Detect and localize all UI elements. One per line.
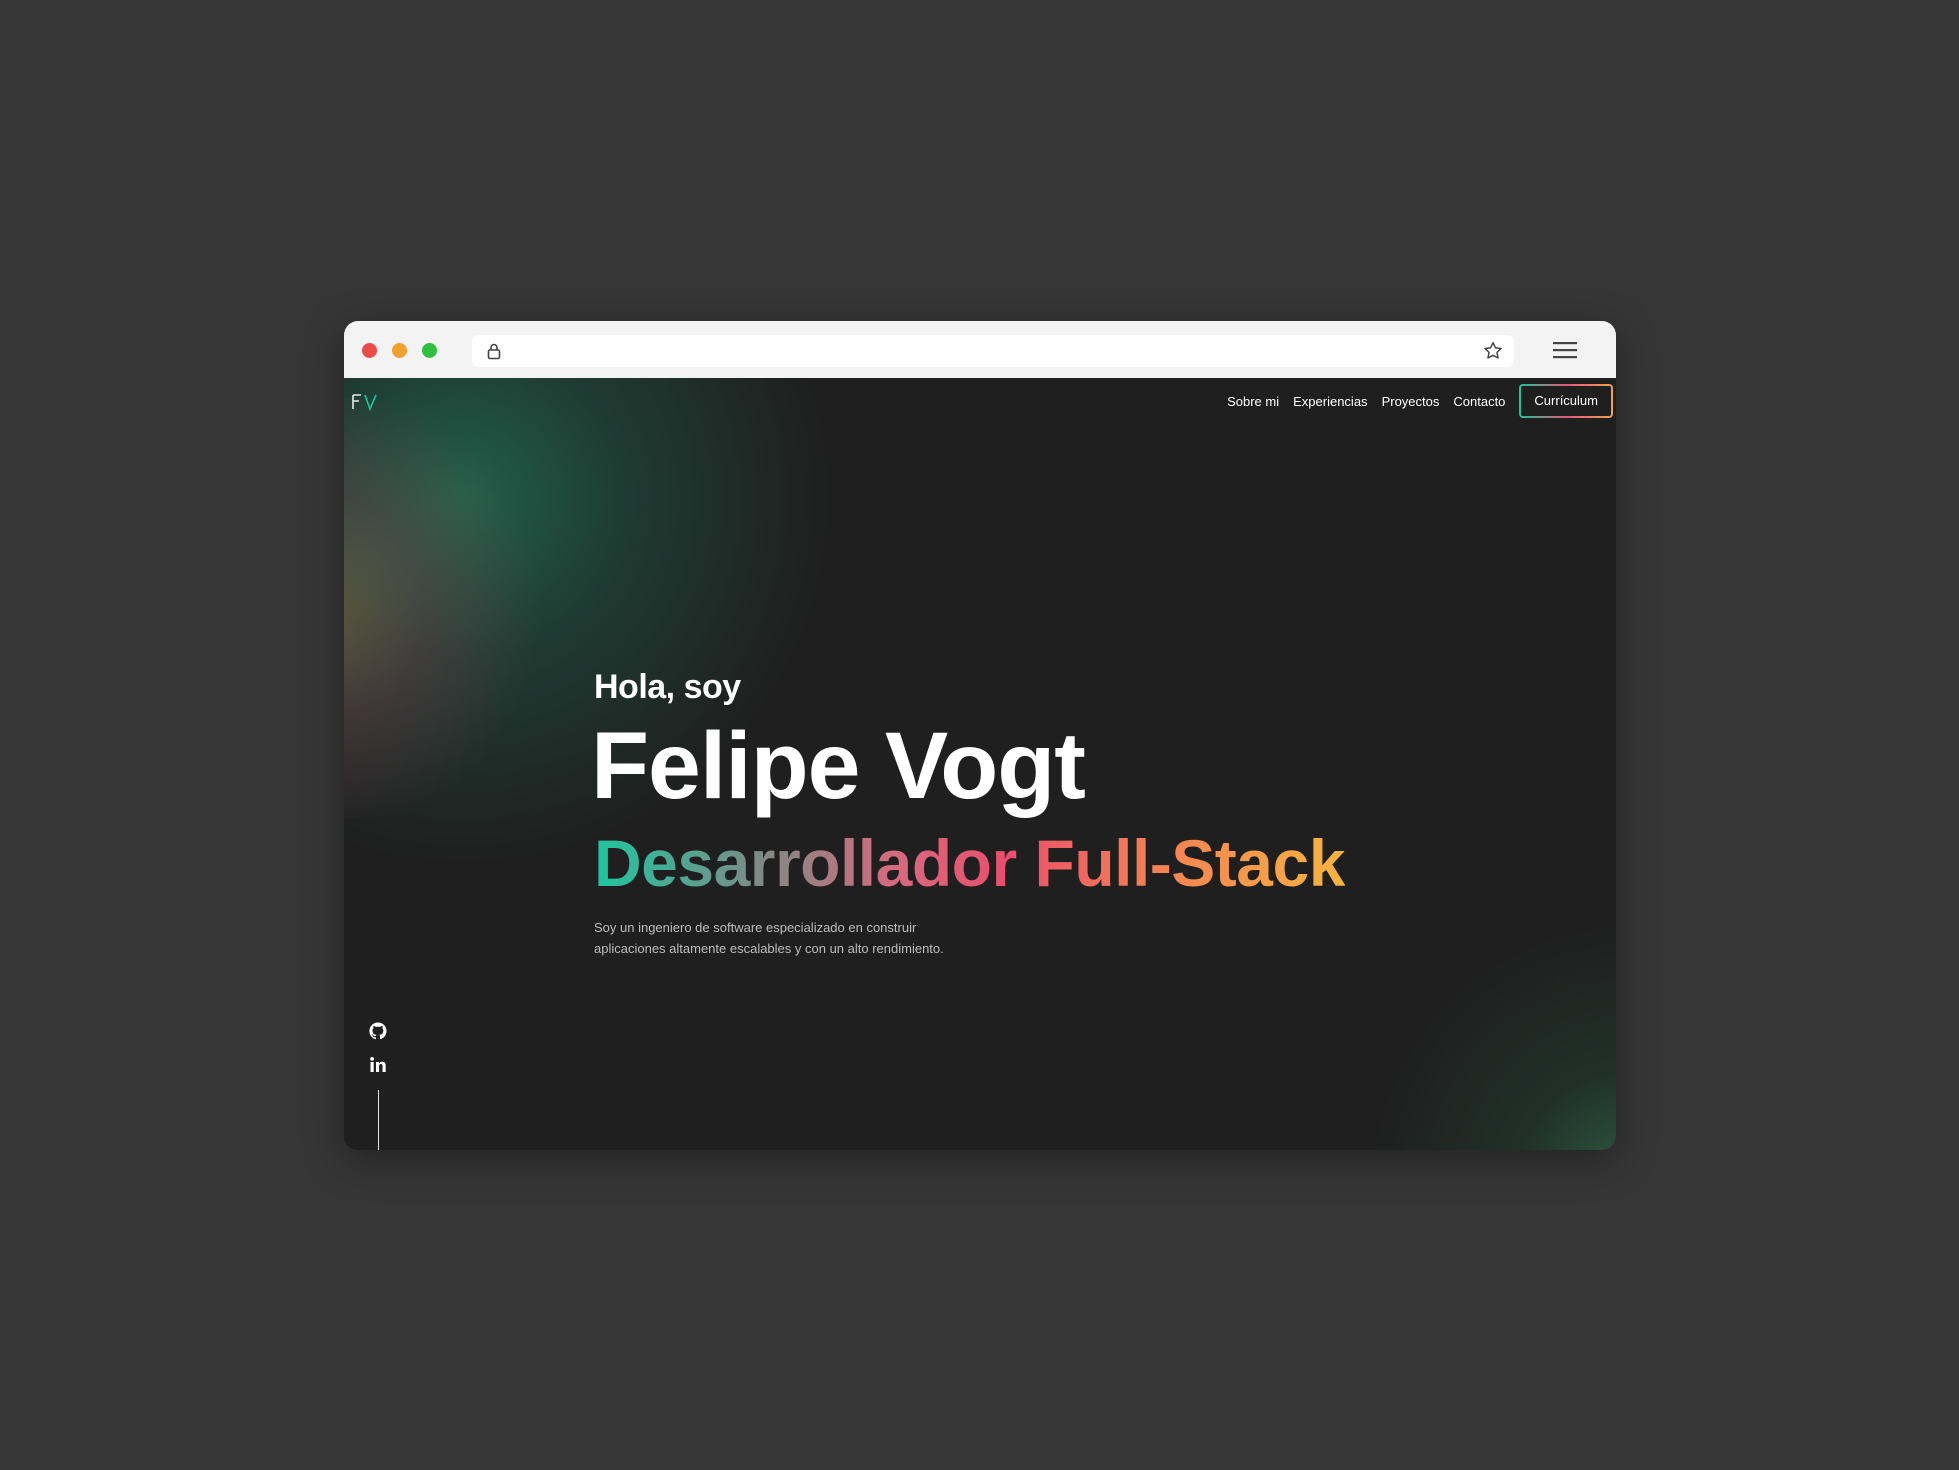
github-icon[interactable] [368,1021,388,1041]
nav-link-sobre-mi[interactable]: Sobre mi [1227,394,1279,409]
portfolio-page: Sobre mi Experiencias Proyectos Contacto… [344,378,1616,1150]
linkedin-icon[interactable] [368,1055,388,1075]
hero-section: Hola, soy Felipe Vogt Desarrollador Full… [591,668,1345,972]
nav-link-proyectos[interactable]: Proyectos [1382,394,1440,409]
hero-name: Felipe Vogt [591,713,1086,819]
hero-description: Soy un ingeniero de software especializa… [594,920,944,956]
fv-logo[interactable] [351,393,379,411]
nav-link-contacto[interactable]: Contacto [1453,394,1505,409]
hero-role: Desarrollador Full-Stack [594,823,1345,903]
browser-window: Sobre mi Experiencias Proyectos Contacto… [344,321,1616,1150]
star-icon[interactable] [1482,340,1504,362]
social-divider-line [378,1090,379,1150]
browser-toolbar [344,321,1616,378]
nav-link-experiencias[interactable]: Experiencias [1293,394,1367,409]
minimize-window-button[interactable] [392,343,407,358]
lock-icon [487,343,501,360]
social-links [368,1021,390,1089]
hero-greeting: Hola, soy [594,668,741,706]
background-glow-bottom-right [1344,898,1616,1150]
main-nav: Sobre mi Experiencias Proyectos Contacto… [1213,384,1613,418]
maximize-window-button[interactable] [422,343,437,358]
hamburger-menu-icon[interactable] [1552,338,1578,362]
address-bar[interactable] [472,335,1514,367]
curriculum-button[interactable]: Currículum [1519,384,1613,418]
close-window-button[interactable] [362,343,377,358]
